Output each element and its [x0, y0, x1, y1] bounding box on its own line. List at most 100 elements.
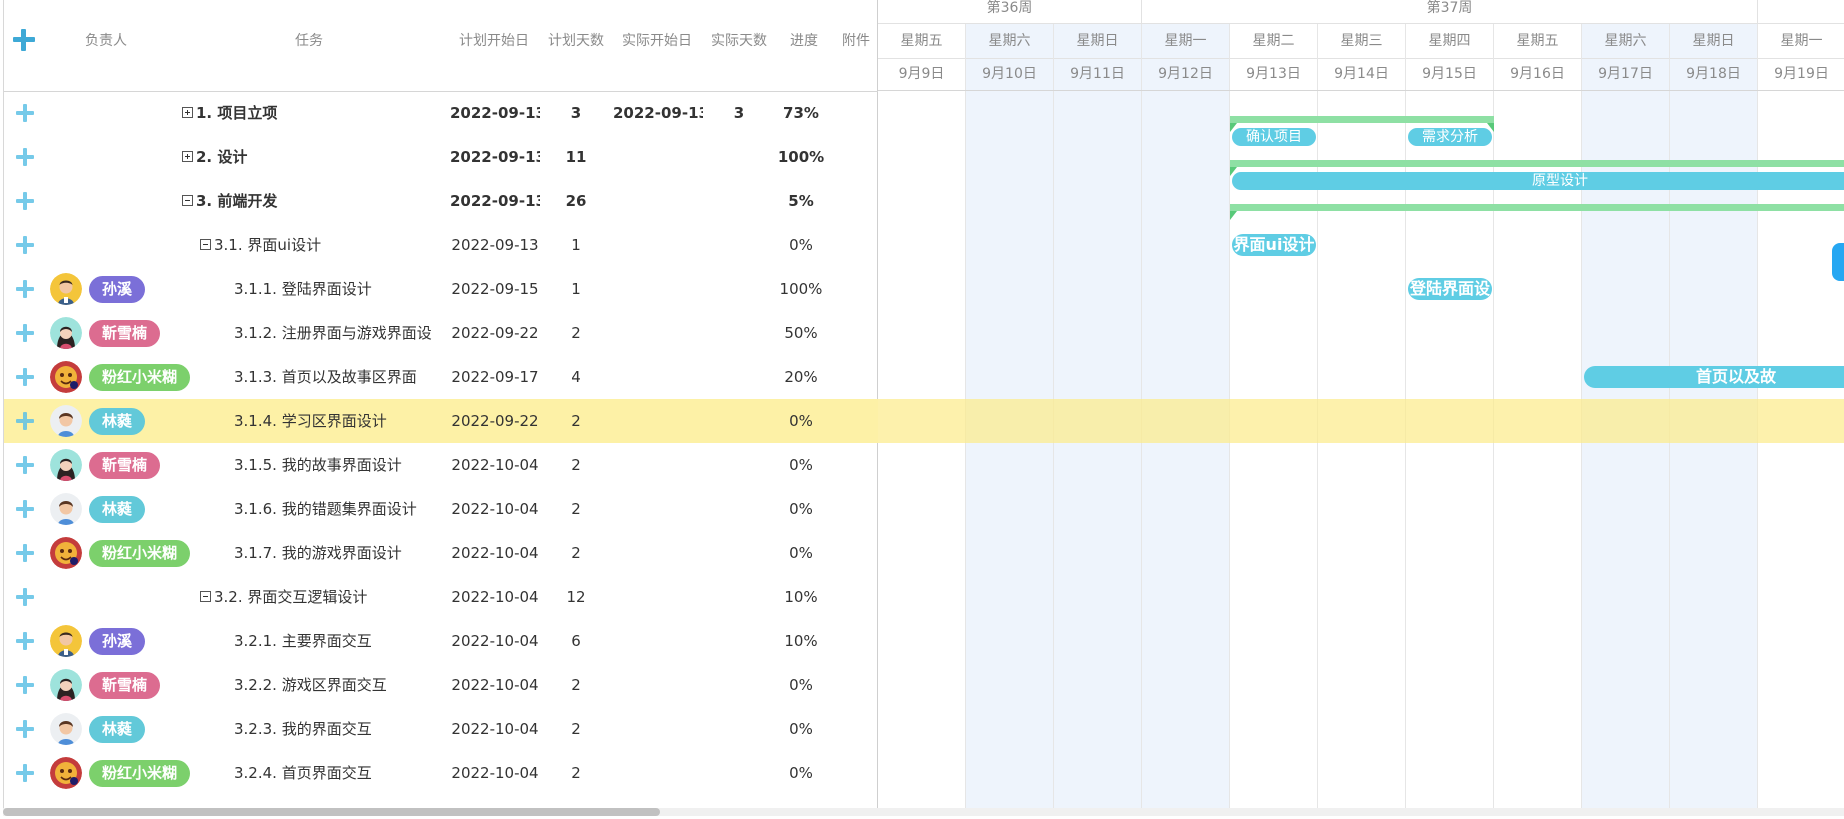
table-row[interactable]: 2. 设计 2022-09-13 11 100% — [4, 135, 878, 179]
weekday-label: 星期日 — [1670, 24, 1757, 59]
task-name[interactable]: 3.2. 界面交互逻辑设计 — [200, 575, 446, 619]
plan-days-cell: 2 — [571, 720, 581, 738]
summary-bar[interactable] — [1230, 160, 1844, 167]
scroll-to-task-button[interactable] — [1832, 243, 1844, 281]
owner-tag[interactable]: 孙溪 — [89, 628, 146, 655]
task-name[interactable]: 3.1. 界面ui设计 — [200, 223, 446, 267]
task-name[interactable]: 1. 项目立项 — [182, 91, 446, 135]
table-row[interactable]: 靳雪楠 3.1.5. 我的故事界面设计 2022-10-04 2 0% — [4, 443, 878, 487]
add-subtask-plus-icon[interactable] — [16, 280, 34, 298]
table-row[interactable]: 孙溪 3.1.1. 登陆界面设计 2022-09-15 1 100% — [4, 267, 878, 311]
task-bar[interactable]: 需求分析 — [1408, 128, 1492, 146]
table-row[interactable]: 3.2. 界面交互逻辑设计 2022-10-04 12 10% — [4, 575, 878, 619]
task-label: 3.2.3. 我的界面交互 — [234, 720, 372, 738]
column-actual-start[interactable]: 实际开始日 — [614, 0, 700, 82]
collapse-toggle-icon[interactable] — [200, 591, 211, 602]
horizontal-scrollbar[interactable] — [3, 808, 1844, 816]
add-subtask-plus-icon[interactable] — [16, 368, 34, 386]
column-progress[interactable]: 进度 — [779, 0, 829, 82]
add-subtask-plus-icon[interactable] — [16, 544, 34, 562]
expand-toggle-icon[interactable] — [182, 107, 193, 118]
add-subtask-plus-icon[interactable] — [16, 236, 34, 254]
task-name[interactable]: 3.1.5. 我的故事界面设计 — [234, 443, 446, 487]
table-row[interactable]: 3. 前端开发 2022-09-13 26 5% — [4, 179, 878, 223]
task-name[interactable]: 3.2.1. 主要界面交互 — [234, 619, 446, 663]
task-label: 3.2.1. 主要界面交互 — [234, 632, 372, 650]
table-row[interactable]: 粉红小米糊 3.1.7. 我的游戏界面设计 2022-10-04 2 0% — [4, 531, 878, 575]
table-row[interactable]: 粉红小米糊 3.1.3. 首页以及故事区界面 2022-09-17 4 20% — [4, 355, 878, 399]
task-bar[interactable]: 原型设计 — [1232, 172, 1844, 190]
week-label: 第37周 — [1142, 0, 1758, 24]
summary-bar[interactable] — [1230, 116, 1494, 123]
table-row[interactable]: 靳雪楠 3.2.2. 游戏区界面交互 2022-10-04 2 0% — [4, 663, 878, 707]
task-name[interactable]: 3.1.7. 我的游戏界面设计 — [234, 531, 446, 575]
table-row[interactable]: 孙溪 3.2.1. 主要界面交互 2022-10-04 6 10% — [4, 619, 878, 663]
collapse-toggle-icon[interactable] — [200, 239, 211, 250]
scrollbar-thumb[interactable] — [3, 808, 660, 816]
actual-days-cell — [704, 751, 774, 795]
task-name[interactable]: 3.1.4. 学习区界面设计 — [234, 399, 446, 443]
owner-tag[interactable]: 粉红小米糊 — [89, 364, 191, 391]
plan-days-cell: 11 — [565, 148, 587, 166]
task-label: 3.1.4. 学习区界面设计 — [234, 412, 387, 430]
task-name[interactable]: 3.1.1. 登陆界面设计 — [234, 267, 446, 311]
add-subtask-plus-icon[interactable] — [16, 324, 34, 342]
add-subtask-plus-icon[interactable] — [16, 720, 34, 738]
add-subtask-plus-icon[interactable] — [16, 104, 34, 122]
table-row[interactable]: 粉红小米糊 3.2.4. 首页界面交互 2022-10-04 2 0% — [4, 751, 878, 795]
table-row[interactable]: 林蕤 3.1.4. 学习区界面设计 2022-09-22 2 0% — [4, 399, 878, 443]
task-name[interactable]: 3. 前端开发 — [182, 179, 446, 223]
add-subtask-plus-icon[interactable] — [16, 192, 34, 210]
task-bar[interactable]: 登陆界面设 — [1408, 278, 1492, 300]
column-task[interactable]: 任务 — [254, 0, 364, 82]
add-subtask-plus-icon[interactable] — [16, 588, 34, 606]
add-subtask-plus-icon[interactable] — [16, 676, 34, 694]
column-plan-days[interactable]: 计划天数 — [541, 0, 611, 82]
owner-tag[interactable]: 靳雪楠 — [89, 320, 161, 347]
add-subtask-plus-icon[interactable] — [16, 632, 34, 650]
owner-tag[interactable]: 靳雪楠 — [89, 452, 161, 479]
owner-tag[interactable]: 粉红小米糊 — [89, 540, 191, 567]
task-name[interactable]: 3.1.6. 我的错题集界面设计 — [234, 487, 446, 531]
collapse-toggle-icon[interactable] — [182, 195, 193, 206]
owner-tag[interactable]: 林蕤 — [89, 408, 146, 435]
plan-days-cell: 2 — [571, 456, 581, 474]
task-name[interactable]: 3.2.2. 游戏区界面交互 — [234, 663, 446, 707]
add-subtask-plus-icon[interactable] — [16, 500, 34, 518]
table-row[interactable]: 林蕤 3.1.6. 我的错题集界面设计 2022-10-04 2 0% — [4, 487, 878, 531]
task-name[interactable]: 3.1.3. 首页以及故事区界面 — [234, 355, 446, 399]
add-subtask-plus-icon[interactable] — [16, 412, 34, 430]
column-attachment[interactable]: 附件 — [834, 0, 878, 82]
task-name[interactable]: 3.2.3. 我的界面交互 — [234, 707, 446, 751]
owner-tag[interactable]: 孙溪 — [89, 276, 146, 303]
plan-start-cell: 2022-09-13 — [450, 192, 540, 210]
weekday-label: 星期三 — [1318, 24, 1405, 59]
add-task-plus-icon[interactable] — [12, 28, 36, 52]
summary-bar[interactable] — [1230, 204, 1844, 211]
owner-tag[interactable]: 林蕤 — [89, 716, 146, 743]
add-subtask-plus-icon[interactable] — [16, 148, 34, 166]
column-owner[interactable]: 负责人 — [64, 0, 148, 82]
table-row[interactable]: 靳雪楠 3.1.2. 注册界面与游戏界面设 2022-09-22 2 50% — [4, 311, 878, 355]
task-bar[interactable]: 首页以及故 — [1584, 366, 1844, 388]
column-actual-days[interactable]: 实际天数 — [704, 0, 774, 82]
owner-tag[interactable]: 靳雪楠 — [89, 672, 161, 699]
task-name[interactable]: 3.1.2. 注册界面与游戏界面设 — [234, 311, 446, 355]
task-bar[interactable]: 界面ui设计 — [1232, 234, 1316, 256]
add-subtask-plus-icon[interactable] — [16, 764, 34, 782]
add-subtask-plus-icon[interactable] — [16, 456, 34, 474]
task-label: 3.1.1. 登陆界面设计 — [234, 280, 372, 298]
table-row[interactable]: 3.1. 界面ui设计 2022-09-13 1 0% — [4, 223, 878, 267]
task-name[interactable]: 2. 设计 — [182, 135, 446, 179]
table-row[interactable]: 1. 项目立项 2022-09-13 3 2022-09-13 3 73% — [4, 91, 878, 135]
task-bar[interactable]: 确认项目 — [1232, 128, 1316, 146]
task-name[interactable]: 3.2.4. 首页界面交互 — [234, 751, 446, 795]
timeline-header-divider — [878, 90, 1844, 91]
owner-tag[interactable]: 林蕤 — [89, 496, 146, 523]
owner-tag[interactable]: 粉红小米糊 — [89, 760, 191, 787]
expand-toggle-icon[interactable] — [182, 151, 193, 162]
table-row[interactable]: 林蕤 3.2.3. 我的界面交互 2022-10-04 2 0% — [4, 707, 878, 751]
actual-days-cell — [704, 443, 774, 487]
column-plan-start[interactable]: 计划开始日 — [451, 0, 537, 82]
progress-cell: 100% — [779, 280, 823, 298]
